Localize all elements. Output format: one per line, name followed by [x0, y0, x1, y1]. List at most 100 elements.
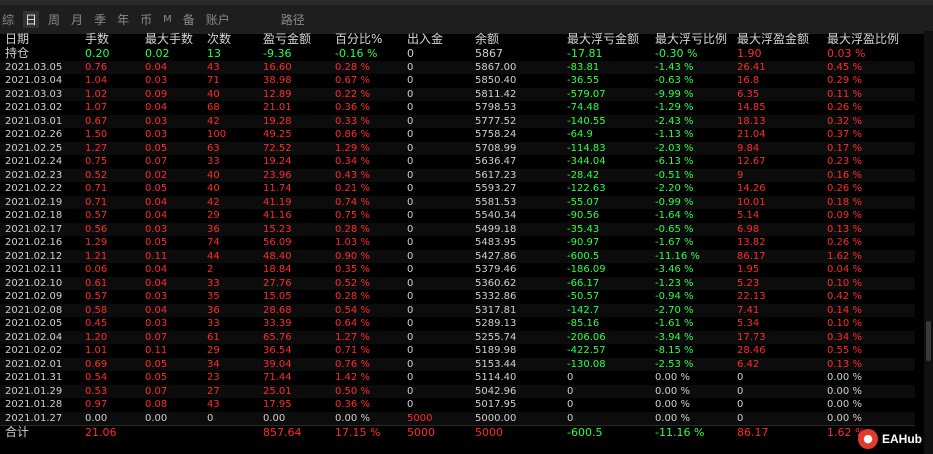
column-header[interactable]: 最大手数	[140, 31, 202, 47]
table-row[interactable]: 2021.02.12 1.21 0.11 44 48.40 0.90 % 0 5427.86-…	[0, 249, 915, 263]
tab-10[interactable]: 路径	[279, 11, 307, 28]
table-row[interactable]: 2021.02.24 0.75 0.07 33 19.24 0.34 % 0 5636.47 -…	[0, 155, 915, 169]
table-row[interactable]: 2021.02.09 0.57 0.03 35 15.05 0.28 % 0 5332.86 -…	[0, 290, 915, 304]
cell-pnl: 33.39	[263, 318, 292, 329]
cell-balance: 5636.47	[475, 156, 517, 167]
tab-0[interactable]: 综	[0, 11, 16, 28]
table-row[interactable]: 2021.03.02 1.07 0.04 68 21.01 0.36 % 0 5798.53 -…	[0, 101, 915, 115]
column-header[interactable]: 出入金	[402, 31, 470, 47]
cell-max-float-loss-pct: -1.29 %	[655, 102, 694, 113]
table-row[interactable]: 2021.02.16 1.29 0.05 74 56.09 1.03 % 0 5483.95 -…	[0, 236, 915, 250]
cell-date: 2021.03.01	[0, 114, 80, 128]
table-row[interactable]: 2021.02.04 1.20 0.07 61 65.76 1.27 % 0 5255.74-…	[0, 330, 915, 344]
table-row[interactable]: 2021.01.28 0.97 0.08 43 17.95 0.36 % 0 5017.95 0…	[0, 398, 915, 412]
cell-max-float-profit: 0	[732, 411, 822, 426]
cell-max-float-loss: -17.81	[567, 47, 603, 60]
table-row[interactable]: 2021.01.27 0.00 0.00 0 0.00 0.00 % 5000 5000.00…	[0, 411, 915, 426]
column-header[interactable]: 日期	[0, 31, 80, 47]
cell-max-float-loss: -600.5	[562, 249, 650, 263]
cell-max-float-profit: 14.26	[737, 183, 766, 194]
cell-max-lots: 0.00	[140, 411, 202, 426]
table-row[interactable]: 2021.02.11 0.06 0.04 2 18.84 0.35 % 0 5379.46 -1…	[0, 263, 915, 277]
cell-pnl: 25.01	[258, 384, 330, 398]
tab-8[interactable]: 备	[181, 11, 197, 28]
cell-date: 2021.02.12	[0, 249, 80, 263]
cell-max-float-loss-pct: -11.16 %	[650, 249, 732, 263]
table-row[interactable]: 2021.02.18 0.57 0.04 29 41.16 0.75 % 0 5540.34 -…	[0, 209, 915, 223]
table-row[interactable]: 2021.03.04 1.04 0.03 71 38.98 0.67 % 0 5850.40 -…	[0, 74, 915, 88]
tab-1[interactable]: 日	[23, 10, 40, 28]
total-row[interactable]: 合计 21.06 857.64 17.15 % 5000 5000 -600.5 -11.16…	[0, 425, 915, 440]
cell-max-float-profit-pct: 0.03 %	[827, 47, 866, 60]
table-row[interactable]: 2021.03.01 0.67 0.03 42 19.28 0.33 % 0 5777.52-…	[0, 114, 915, 128]
cell-max-lots: 0.05	[140, 141, 202, 155]
table-row[interactable]: 2021.02.05 0.45 0.03 33 33.39 0.64 % 0 5289.13 -…	[0, 317, 915, 331]
table-row[interactable]: 2021.02.02 1.01 0.11 29 36.54 0.71 % 0 5189.98 -…	[0, 344, 915, 358]
cell-pnl: 48.40	[258, 249, 330, 263]
tab-9[interactable]: 账户	[204, 11, 232, 28]
cell-pnl: 56.09	[263, 237, 292, 248]
table-row[interactable]: 2021.02.08 0.58 0.04 36 28.68 0.54 % 0 5317.81-…	[0, 303, 915, 317]
cell-max-float-loss-pct: -2.53 %	[650, 357, 732, 371]
cell-pct: 0.86 %	[335, 129, 370, 140]
cell-max-float-profit-pct: 0.32 %	[822, 114, 915, 128]
cell-count: 33	[202, 276, 258, 290]
column-header[interactable]: 最大浮亏比例	[650, 31, 732, 47]
table-row[interactable]: 2021.03.03 1.02 0.09 40 12.89 0.22 % 0 5811.42-…	[0, 87, 915, 101]
cell-pct: 0.74 %	[330, 195, 402, 209]
cell-pnl: 28.68	[258, 303, 330, 317]
table-row[interactable]: 2021.02.26 1.50 0.03 100 49.25 0.86 % 0 5758.24…	[0, 128, 915, 142]
cell-lots: 0.71	[80, 195, 140, 209]
cell-pct: 0.28 %	[335, 291, 370, 302]
cell-max-float-profit: 7.41	[732, 303, 822, 317]
table-row[interactable]: 2021.02.17 0.56 0.03 36 15.23 0.28 % 0 5499.18-…	[0, 222, 915, 236]
tab-4[interactable]: 季	[92, 11, 108, 28]
cell-max-float-loss: -122.63	[567, 183, 606, 194]
column-header[interactable]: 盈亏金额	[258, 31, 330, 47]
table-row[interactable]: 2021.01.31 0.54 0.05 23 71.44 1.42 % 0 5114.40 0…	[0, 371, 915, 385]
column-header[interactable]: 次数	[202, 31, 258, 47]
table-row[interactable]: 2021.02.22 0.71 0.05 40 11.74 0.21 % 0 5593.27 -…	[0, 182, 915, 196]
cell-pct: 0.36 %	[335, 399, 370, 410]
tab-5[interactable]: 年	[115, 11, 131, 28]
cell-date: 2021.01.27	[0, 411, 80, 426]
cell-max-lots: 0.11	[140, 249, 202, 263]
cell-date: 2021.01.31	[5, 372, 63, 383]
cell-lots: 0.61	[80, 276, 140, 290]
cell-balance: 5593.27	[475, 183, 517, 194]
cell-pnl: 15.23	[258, 222, 330, 236]
table-row[interactable]: 2021.02.01 0.69 0.05 34 39.04 0.76 % 0 5153.44-…	[0, 357, 915, 371]
holding-row[interactable]: 持仓 0.20 0.02 13 -9.36 -0.16 % 0 5867 -17.81 -0.30…	[0, 47, 915, 61]
column-header[interactable]: 百分比%	[330, 31, 402, 47]
tab-6[interactable]: 币	[138, 11, 154, 28]
cell-lots: 0.71	[85, 183, 108, 194]
vertical-scrollbar[interactable]	[924, 31, 933, 454]
cell-max-lots: 0.03	[145, 291, 168, 302]
cell-count: 35	[207, 291, 220, 302]
tab-7[interactable]: M	[161, 14, 174, 25]
table-row[interactable]: 2021.02.10 0.61 0.04 33 27.76 0.52 % 0 5360.62-…	[0, 276, 915, 290]
cell-max-float-loss-pct: -8.15 %	[655, 345, 694, 356]
cell-max-lots: 0.09	[140, 87, 202, 101]
cell-pct: 0.52 %	[330, 276, 402, 290]
cell-max-float-profit: 1.90	[737, 47, 762, 60]
tab-2[interactable]: 周	[46, 11, 62, 28]
cell-date: 2021.02.04	[0, 330, 80, 344]
tab-3[interactable]: 月	[69, 11, 85, 28]
cell-max-float-loss-pct: -9.99 %	[650, 87, 732, 101]
column-header[interactable]: 最大浮亏金额	[562, 31, 650, 47]
column-header[interactable]: 最大浮盈金额	[732, 31, 822, 47]
column-header[interactable]: 手数	[80, 31, 140, 47]
cell-max-lots: 0.05	[145, 237, 168, 248]
table-row[interactable]: 2021.02.23 0.52 0.02 40 23.96 0.43 % 0 5617.23-…	[0, 168, 915, 182]
table-body: 持仓 0.20 0.02 13 -9.36 -0.16 % 0 5867 -17.81 -0.30…	[0, 47, 915, 440]
table-row[interactable]: 2021.02.25 1.27 0.05 63 72.52 1.29 % 0 5708.99-…	[0, 141, 915, 155]
table-row[interactable]: 2021.03.05 0.76 0.04 43 16.60 0.28 % 0 5867.00-…	[0, 60, 915, 74]
column-header[interactable]: 余额	[470, 31, 562, 47]
column-header[interactable]: 最大浮盈比例	[822, 31, 915, 47]
table-row[interactable]: 2021.01.29 0.53 0.07 27 25.01 0.50 % 0 5042.96 0…	[0, 384, 915, 398]
cell-max-float-loss: -64.9	[567, 129, 593, 140]
cell-balance: 5483.95	[475, 237, 517, 248]
table-row[interactable]: 2021.02.19 0.71 0.04 42 41.19 0.74 % 0 5581.53-…	[0, 195, 915, 209]
scrollbar-thumb[interactable]	[926, 321, 931, 361]
